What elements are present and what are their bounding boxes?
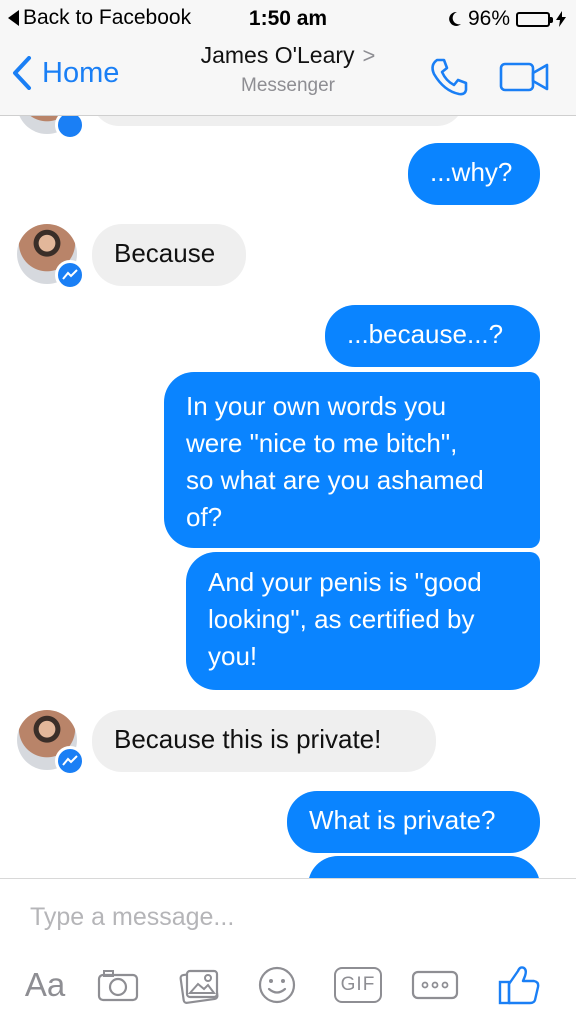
back-to-facebook-link[interactable]: Back to Facebook bbox=[8, 6, 191, 30]
camera-button[interactable] bbox=[94, 955, 142, 1015]
message-incoming[interactable]: Because bbox=[92, 224, 246, 286]
camera-icon bbox=[97, 970, 139, 1002]
voice-call-button[interactable] bbox=[428, 56, 470, 103]
message-line: of? bbox=[186, 502, 223, 532]
message-bubble-partial bbox=[92, 116, 464, 126]
gif-icon: GIF bbox=[333, 967, 383, 1003]
home-button[interactable]: Home bbox=[12, 56, 119, 90]
composer: Type a message... Aa GIF bbox=[0, 878, 576, 1024]
contact-subtitle: Messenger bbox=[241, 75, 335, 96]
message-line: you! bbox=[208, 641, 258, 671]
photo-gallery-button[interactable] bbox=[175, 955, 225, 1015]
avatar[interactable] bbox=[17, 116, 85, 140]
home-label: Home bbox=[42, 56, 120, 89]
video-call-button[interactable] bbox=[499, 60, 551, 99]
like-button[interactable] bbox=[492, 955, 546, 1015]
contact-name: James O'Leary bbox=[200, 42, 355, 68]
message-line: In your own words you bbox=[186, 391, 447, 421]
conversation-header: Home James O'Leary > Messenger bbox=[0, 36, 576, 116]
back-label: Back to Facebook bbox=[23, 6, 192, 29]
like-icon bbox=[498, 966, 540, 1005]
moon-icon bbox=[449, 11, 461, 26]
status-indicators: 96% bbox=[448, 7, 566, 31]
message-outgoing-partial bbox=[308, 856, 540, 878]
messenger-badge-icon bbox=[55, 260, 85, 290]
avatar[interactable] bbox=[17, 224, 85, 290]
battery-icon bbox=[516, 11, 553, 27]
emoji-icon bbox=[258, 966, 296, 1004]
back-arrow-icon bbox=[8, 10, 19, 26]
message-outgoing[interactable]: And your penis is "good looking", as cer… bbox=[186, 552, 540, 690]
message-line: were "nice to me bitch", bbox=[186, 428, 458, 458]
message-outgoing[interactable]: ...because...? bbox=[325, 305, 540, 367]
image-icon bbox=[179, 969, 219, 1004]
phone-icon bbox=[431, 58, 468, 96]
message-outgoing[interactable]: In your own words you were "nice to me b… bbox=[164, 372, 540, 548]
message-outgoing[interactable]: What is private? bbox=[287, 791, 540, 853]
composer-toolbar: Aa GIF bbox=[0, 955, 576, 1015]
contact-title[interactable]: James O'Leary > Messenger bbox=[140, 42, 436, 97]
chevron-left-icon bbox=[13, 56, 31, 90]
message-line: And your penis is "good bbox=[208, 567, 482, 597]
messenger-badge-icon bbox=[55, 116, 85, 140]
video-icon bbox=[499, 62, 549, 92]
battery-percent: 96% bbox=[467, 7, 510, 30]
charging-icon bbox=[556, 11, 566, 27]
avatar[interactable] bbox=[17, 710, 85, 776]
chevron-right-icon: > bbox=[362, 43, 376, 68]
gif-button[interactable]: GIF bbox=[332, 955, 384, 1015]
messenger-badge-icon bbox=[55, 746, 85, 776]
message-input[interactable]: Type a message... bbox=[30, 903, 234, 932]
emoji-button[interactable] bbox=[253, 955, 301, 1015]
more-options-button[interactable] bbox=[409, 955, 461, 1015]
message-thread[interactable]: ...why? Because ...because...? In your o… bbox=[0, 116, 576, 878]
message-line: so what are you ashamed bbox=[186, 465, 484, 495]
message-incoming[interactable]: Because this is private! bbox=[92, 710, 436, 772]
text-format-button[interactable]: Aa bbox=[20, 955, 70, 1015]
message-outgoing[interactable]: ...why? bbox=[408, 143, 540, 205]
more-icon bbox=[411, 970, 459, 1000]
status-bar: Back to Facebook 1:50 am 96% bbox=[0, 0, 576, 36]
message-line: looking", as certified by bbox=[208, 604, 475, 634]
